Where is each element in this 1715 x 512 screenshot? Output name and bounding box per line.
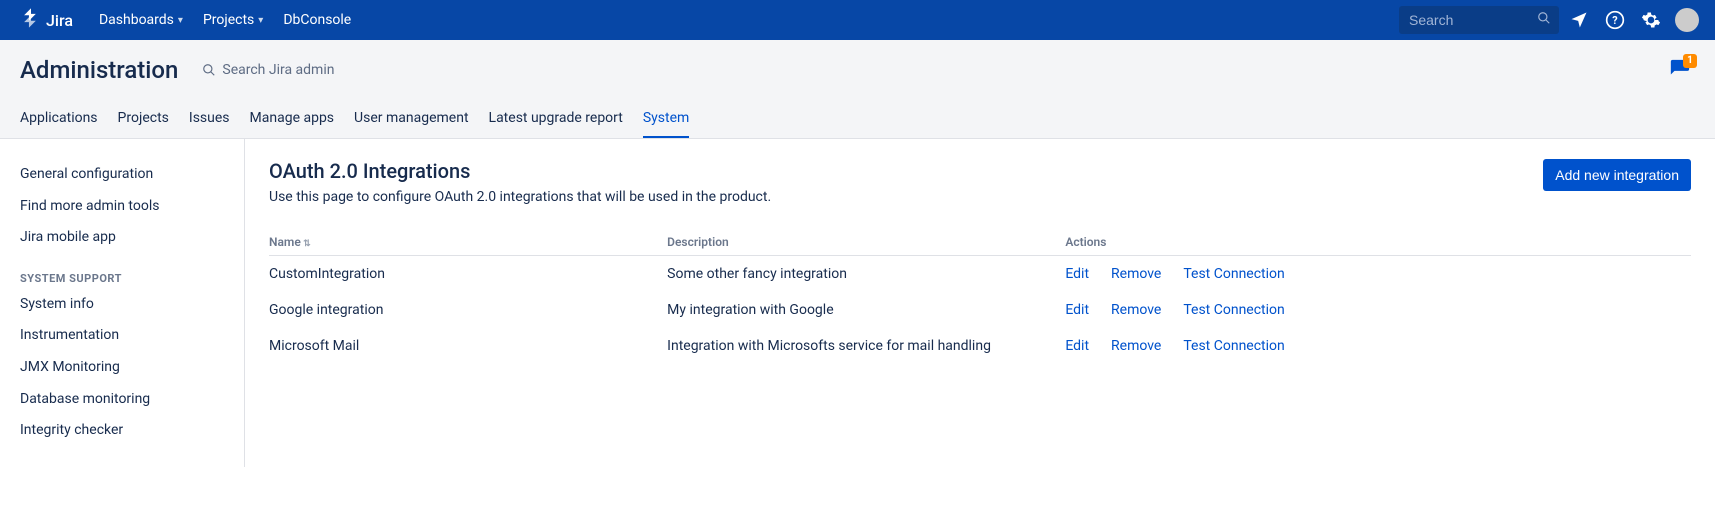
sidebar: General configurationFind more admin too… bbox=[0, 139, 245, 467]
tab-system[interactable]: System bbox=[643, 104, 689, 138]
navbar-search-input[interactable] bbox=[1399, 6, 1559, 34]
remove-link[interactable]: Remove bbox=[1111, 338, 1161, 354]
cell-description: Some other fancy integration bbox=[667, 256, 1065, 293]
page-title: OAuth 2.0 Integrations bbox=[269, 159, 771, 183]
sidebar-group-header: SYSTEM SUPPORT bbox=[20, 272, 224, 285]
jira-logo-icon bbox=[20, 7, 42, 33]
cell-actions: Edit Remove Test Connection bbox=[1065, 328, 1691, 364]
sidebar-item-instrumentation[interactable]: Instrumentation bbox=[20, 320, 224, 352]
sidebar-item-integrity-checker[interactable]: Integrity checker bbox=[20, 415, 224, 447]
tab-projects[interactable]: Projects bbox=[118, 104, 169, 138]
tab-user-management[interactable]: User management bbox=[354, 104, 468, 138]
admin-header: Administration Search Jira admin 1 Appli… bbox=[0, 40, 1715, 139]
jira-logo-text: Jira bbox=[46, 11, 73, 30]
col-description-header: Description bbox=[667, 229, 1065, 256]
profile-avatar[interactable] bbox=[1671, 4, 1703, 36]
tab-manage-apps[interactable]: Manage apps bbox=[250, 104, 335, 138]
remove-link[interactable]: Remove bbox=[1111, 302, 1161, 318]
page-description: Use this page to configure OAuth 2.0 int… bbox=[269, 189, 771, 205]
table-row: Google integrationMy integration with Go… bbox=[269, 292, 1691, 328]
cell-description: Integration with Microsofts service for … bbox=[667, 328, 1065, 364]
tab-issues[interactable]: Issues bbox=[189, 104, 230, 138]
help-icon[interactable]: ? bbox=[1599, 4, 1631, 36]
search-icon bbox=[202, 63, 216, 77]
svg-text:?: ? bbox=[1612, 14, 1617, 27]
edit-link[interactable]: Edit bbox=[1065, 302, 1089, 318]
table-row: CustomIntegrationSome other fancy integr… bbox=[269, 256, 1691, 293]
test-link[interactable]: Test Connection bbox=[1183, 338, 1284, 354]
notifications-icon[interactable] bbox=[1563, 4, 1595, 36]
jira-logo[interactable]: Jira bbox=[12, 7, 81, 33]
cell-name: Google integration bbox=[269, 292, 667, 328]
sidebar-item-find-more-admin-tools[interactable]: Find more admin tools bbox=[20, 191, 224, 223]
nav-item-dbconsole[interactable]: DbConsole bbox=[273, 0, 361, 40]
nav-item-label: Dashboards bbox=[99, 12, 174, 28]
integrations-table: Name Description Actions CustomIntegrati… bbox=[269, 229, 1691, 364]
top-navbar: Jira Dashboards ▾ Projects ▾ DbConsole ? bbox=[0, 0, 1715, 40]
feedback-icon[interactable]: 1 bbox=[1669, 58, 1691, 84]
settings-icon[interactable] bbox=[1635, 4, 1667, 36]
admin-tabs: Applications Projects Issues Manage apps Use… bbox=[20, 104, 1695, 138]
cell-name: CustomIntegration bbox=[269, 256, 667, 293]
col-actions-header: Actions bbox=[1065, 229, 1691, 256]
admin-title: Administration bbox=[20, 56, 178, 84]
nav-item-projects[interactable]: Projects ▾ bbox=[193, 0, 273, 40]
cell-actions: Edit Remove Test Connection bbox=[1065, 256, 1691, 293]
cell-name: Microsoft Mail bbox=[269, 328, 667, 364]
tab-applications[interactable]: Applications bbox=[20, 104, 98, 138]
cell-description: My integration with Google bbox=[667, 292, 1065, 328]
sidebar-item-jmx-monitoring[interactable]: JMX Monitoring bbox=[20, 352, 224, 384]
nav-item-label: Projects bbox=[203, 12, 254, 28]
sidebar-item-general-configuration[interactable]: General configuration bbox=[20, 159, 224, 191]
admin-search-label: Search Jira admin bbox=[222, 62, 334, 78]
add-new-integration-button[interactable]: Add new integration bbox=[1543, 159, 1691, 191]
nav-item-label: DbConsole bbox=[283, 12, 351, 28]
col-name-header[interactable]: Name bbox=[269, 229, 667, 256]
tab-latest-upgrade-report[interactable]: Latest upgrade report bbox=[489, 104, 623, 138]
nav-item-dashboards[interactable]: Dashboards ▾ bbox=[89, 0, 193, 40]
sidebar-item-system-info[interactable]: System info bbox=[20, 289, 224, 321]
test-link[interactable]: Test Connection bbox=[1183, 266, 1284, 282]
table-row: Microsoft MailIntegration with Microsoft… bbox=[269, 328, 1691, 364]
sidebar-item-database-monitoring[interactable]: Database monitoring bbox=[20, 384, 224, 416]
test-link[interactable]: Test Connection bbox=[1183, 302, 1284, 318]
feedback-badge: 1 bbox=[1683, 54, 1697, 68]
navbar-search bbox=[1399, 6, 1559, 34]
admin-search-link[interactable]: Search Jira admin bbox=[202, 62, 334, 78]
content-area: OAuth 2.0 Integrations Use this page to … bbox=[245, 139, 1715, 467]
edit-link[interactable]: Edit bbox=[1065, 266, 1089, 282]
remove-link[interactable]: Remove bbox=[1111, 266, 1161, 282]
sidebar-item-jira-mobile-app[interactable]: Jira mobile app bbox=[20, 222, 224, 254]
chevron-down-icon: ▾ bbox=[258, 15, 263, 26]
cell-actions: Edit Remove Test Connection bbox=[1065, 292, 1691, 328]
edit-link[interactable]: Edit bbox=[1065, 338, 1089, 354]
chevron-down-icon: ▾ bbox=[178, 15, 183, 26]
